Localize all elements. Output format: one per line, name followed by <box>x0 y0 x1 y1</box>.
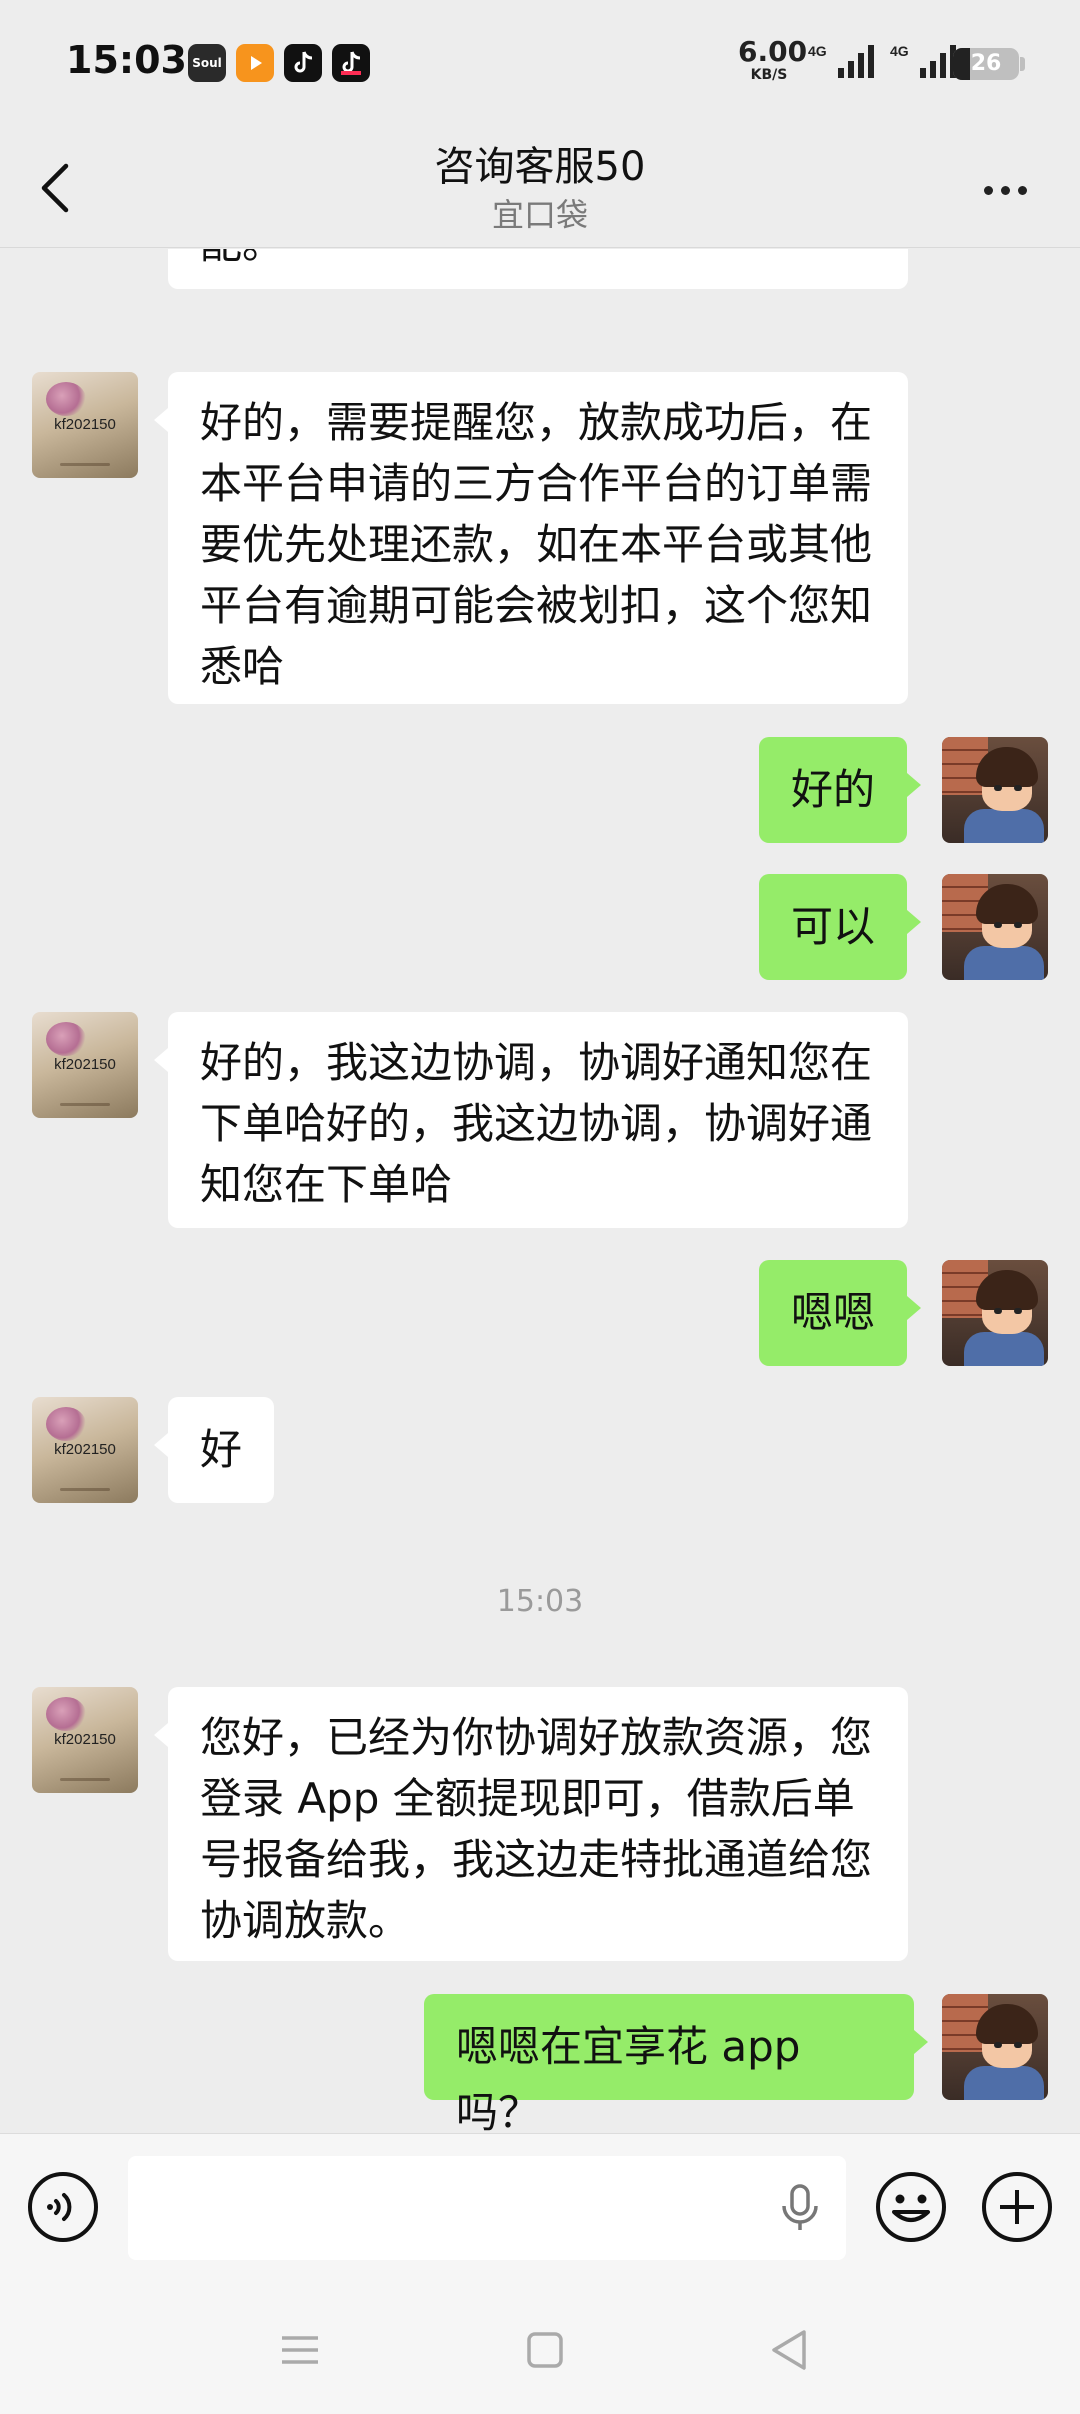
plus-circle-icon <box>982 2172 1052 2242</box>
network-speed-value: 6.00 <box>738 35 808 68</box>
microphone-button[interactable] <box>772 2180 828 2236</box>
chat-title: 咨询客服50 <box>434 144 646 190</box>
avatar-stripe <box>60 463 110 466</box>
emoji-button[interactable] <box>874 2170 948 2244</box>
input-bar <box>0 2133 1080 2280</box>
avatar-eye <box>1014 785 1022 791</box>
avatar-flower <box>46 1697 86 1731</box>
avatar[interactable]: kf202150 <box>32 1012 138 1118</box>
message-bubble-incoming[interactable]: 好 <box>153 1397 275 1503</box>
nav-menu-button[interactable] <box>270 2320 330 2380</box>
avatar-eye <box>1014 1308 1022 1314</box>
message-bubble-outgoing[interactable]: 可以 <box>759 874 922 980</box>
signal1-label: 4G <box>808 43 827 59</box>
avatar-shirt <box>964 809 1044 843</box>
message-bubble-outgoing[interactable]: 嗯嗯 <box>759 1260 922 1366</box>
tiktok-lite-icon <box>332 44 370 82</box>
avatar-stripe <box>60 1778 110 1781</box>
avatar[interactable] <box>942 874 1048 980</box>
avatar[interactable] <box>942 1994 1048 2100</box>
more-horizontal-icon <box>983 185 993 195</box>
avatar[interactable]: kf202150 <box>32 1397 138 1503</box>
message-text: 配。 <box>200 249 284 274</box>
voice-mode-icon <box>28 2172 98 2242</box>
more-button[interactable] <box>970 160 1040 220</box>
avatar[interactable]: kf202150 <box>32 1687 138 1793</box>
message-bubble-outgoing[interactable]: 嗯嗯在宜享花 app 吗？ <box>424 1994 928 2133</box>
avatar-eye <box>1014 922 1022 928</box>
avatar-label: kf202150 <box>54 1731 116 1748</box>
avatar-stripe <box>60 1103 110 1106</box>
more-dot <box>1017 185 1027 195</box>
avatar-stripe <box>60 1488 110 1491</box>
avatar[interactable] <box>942 737 1048 843</box>
avatar-eye <box>1014 2042 1022 2048</box>
avatar-label: kf202150 <box>54 1441 116 1458</box>
avatar-eye <box>994 1308 1002 1314</box>
message-list[interactable]: 配。 kf202150 好的，需要提醒您，放款成功后，在本平台申请的三方合作平台… <box>0 249 1080 2133</box>
nav-home-button[interactable] <box>515 2320 575 2380</box>
signal-4g-icon: 4G <box>808 43 874 78</box>
signal-4g-icon: 4G <box>890 43 956 78</box>
avatar[interactable]: kf202150 <box>32 372 138 478</box>
status-time: 15:03 <box>66 38 187 82</box>
network-speed-unit: KB/S <box>750 67 788 83</box>
avatar[interactable] <box>942 1260 1048 1366</box>
soul-app-icon: Soul <box>188 44 226 82</box>
avatar-shirt <box>964 2066 1044 2100</box>
avatar-flower <box>46 1022 86 1056</box>
more-dot <box>1000 185 1010 195</box>
chat-subtitle: 宜口袋 <box>491 196 588 234</box>
avatar-shirt <box>964 946 1044 980</box>
avatar-eye <box>994 922 1002 928</box>
microphone-icon <box>782 2184 818 2230</box>
tiktok-icon <box>284 44 322 82</box>
avatar-eye <box>994 785 1002 791</box>
avatar-label: kf202150 <box>54 416 116 433</box>
message-bubble-incoming[interactable]: 您好，已经为你协调好放款资源，您登录 App 全额提现即可，借款后单号报备给我，… <box>154 1687 908 1961</box>
chat-timestamp: 15:03 <box>496 1584 584 1619</box>
emoji-icon <box>876 2172 946 2242</box>
battery-icon: 26 <box>953 48 1019 80</box>
status-bar: 15:03 Soul 6.00 KB/S 4G 4G 26 <box>0 0 1080 130</box>
nav-back-button[interactable] <box>760 2320 820 2380</box>
avatar-flower <box>46 1407 86 1441</box>
avatar-flower <box>46 382 86 416</box>
message-input[interactable] <box>128 2156 846 2260</box>
nav-home-icon <box>527 2332 563 2368</box>
signal2-label: 4G <box>890 43 909 59</box>
avatar-shirt <box>964 1332 1044 1366</box>
video-app-icon <box>236 44 274 82</box>
message-bubble-outgoing[interactable]: 好的 <box>759 737 922 843</box>
plus-button[interactable] <box>980 2170 1054 2244</box>
network-speed: 6.00 KB/S <box>738 35 808 83</box>
battery-cap <box>1020 57 1025 71</box>
message-bubble-incoming[interactable]: 好的，我这边协调，协调好通知您在下单哈好的，我这边协调，协调好通知您在下单哈 <box>154 1012 908 1228</box>
chat-header: 咨询客服50 宜口袋 <box>0 130 1080 248</box>
battery-level: 26 <box>970 51 1002 76</box>
voice-mode-button[interactable] <box>26 2170 100 2244</box>
system-nav-bar <box>0 2280 1080 2414</box>
message-bubble-incoming[interactable]: 配。 <box>168 249 908 289</box>
nav-back-icon <box>772 2330 806 2370</box>
avatar-label: kf202150 <box>54 1056 116 1073</box>
message-bubble-incoming[interactable]: 好的，需要提醒您，放款成功后，在本平台申请的三方合作平台的订单需要优先处理还款，… <box>154 372 908 704</box>
avatar-eye <box>994 2042 1002 2048</box>
nav-menu-icon <box>282 2336 318 2364</box>
